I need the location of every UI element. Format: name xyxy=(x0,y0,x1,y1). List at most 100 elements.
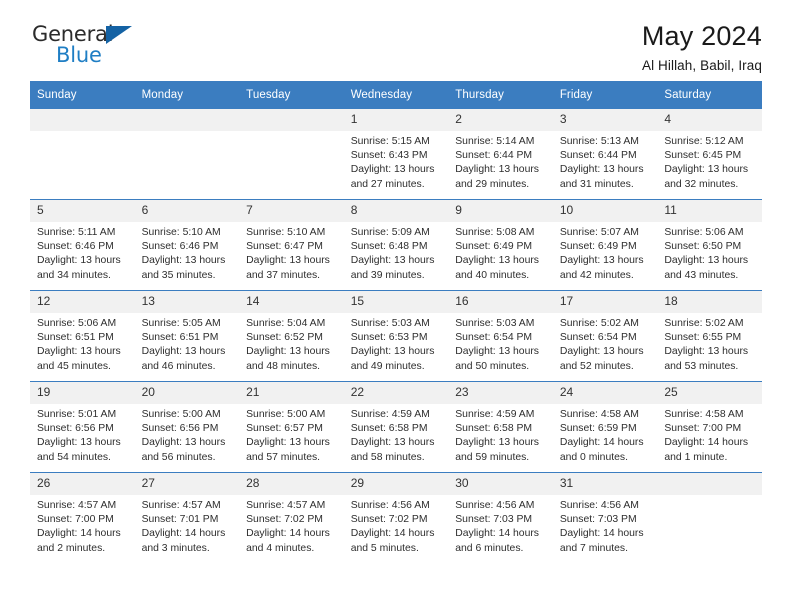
daylight-duration-line2: and 34 minutes. xyxy=(37,269,111,281)
generalblue-logo[interactable]: General Blue xyxy=(30,22,150,74)
sunset-time: Sunset: 7:02 PM xyxy=(246,514,323,526)
sunrise-time: Sunrise: 5:00 AM xyxy=(246,409,326,420)
weekday-header-sunday: Sunday xyxy=(30,81,135,109)
daylight-duration-line1: Daylight: 13 hours xyxy=(664,164,749,176)
sunset-time: Sunset: 6:57 PM xyxy=(246,423,323,435)
sunrise-time: Sunrise: 5:06 AM xyxy=(37,318,117,329)
day-details: Sunrise: 5:00 AM Sunset: 6:57 PM Daylight:… xyxy=(239,404,344,465)
day-cell[interactable]: 19 Sunrise: 5:01 AM Sunset: 6:56 PM Dayligh… xyxy=(30,381,135,473)
sunset-time: Sunset: 6:55 PM xyxy=(664,332,742,344)
day-details: Sunrise: 4:58 AM Sunset: 7:00 PM Daylight:… xyxy=(657,404,762,465)
day-details: Sunrise: 5:10 AM Sunset: 6:47 PM Daylight:… xyxy=(239,222,344,283)
day-cell[interactable]: 10 Sunrise: 5:07 AM Sunset: 6:49 PM Dayligh… xyxy=(552,199,658,291)
logo-triangle-icon xyxy=(106,26,132,44)
day-cell[interactable]: 29 Sunrise: 4:56 AM Sunset: 7:02 PM Dayligh… xyxy=(343,472,449,563)
sunrise-time: Sunrise: 5:01 AM xyxy=(37,409,117,420)
day-details: Sunrise: 4:56 AM Sunset: 7:03 PM Daylight:… xyxy=(553,495,658,556)
day-cell[interactable]: 18 Sunrise: 5:02 AM Sunset: 6:55 PM Dayligh… xyxy=(657,290,762,382)
day-cell[interactable]: 17 Sunrise: 5:02 AM Sunset: 6:54 PM Dayligh… xyxy=(552,290,658,382)
day-cell[interactable]: 9 Sunrise: 5:08 AM Sunset: 6:49 PM Daylight… xyxy=(448,199,553,291)
day-cell[interactable]: 21 Sunrise: 5:00 AM Sunset: 6:57 PM Dayligh… xyxy=(239,381,344,473)
day-cell-empty xyxy=(134,109,240,200)
sunset-time: Sunset: 6:48 PM xyxy=(350,241,428,253)
sunrise-time: Sunrise: 5:06 AM xyxy=(664,227,744,238)
page-title: May 2024 xyxy=(641,21,762,51)
day-details: Sunrise: 4:57 AM Sunset: 7:01 PM Daylight:… xyxy=(135,495,240,556)
day-details: Sunrise: 5:02 AM Sunset: 6:54 PM Daylight:… xyxy=(553,313,658,374)
day-cell[interactable]: 26 Sunrise: 4:57 AM Sunset: 7:00 PM Dayligh… xyxy=(30,472,135,563)
day-number: 13 xyxy=(134,291,240,313)
weekday-header-row: Sunday Monday Tuesday Wednesday Thursday… xyxy=(30,81,762,109)
daylight-duration-line2: and 43 minutes. xyxy=(664,269,739,281)
day-cell[interactable]: 7 Sunrise: 5:10 AM Sunset: 6:47 PM Daylight… xyxy=(239,199,344,291)
day-number: 22 xyxy=(343,382,449,404)
day-details: Sunrise: 4:57 AM Sunset: 7:02 PM Daylight:… xyxy=(239,495,344,556)
daylight-duration-line2: and 6 minutes. xyxy=(455,542,524,554)
calendar-week-row: 19 Sunrise: 5:01 AM Sunset: 6:56 PM Dayligh… xyxy=(30,381,762,473)
sunset-time: Sunset: 6:44 PM xyxy=(455,150,533,162)
weekday-header-tuesday: Tuesday xyxy=(239,81,344,109)
day-number: 27 xyxy=(134,473,240,495)
day-cell[interactable]: 14 Sunrise: 5:04 AM Sunset: 6:52 PM Dayligh… xyxy=(239,290,344,382)
day-cell[interactable]: 4 Sunrise: 5:12 AM Sunset: 6:45 PM Daylight… xyxy=(657,109,762,200)
daylight-duration-line2: and 48 minutes. xyxy=(246,360,321,372)
day-number xyxy=(657,473,762,495)
sunset-time: Sunset: 6:52 PM xyxy=(246,332,323,344)
day-cell[interactable]: 12 Sunrise: 5:06 AM Sunset: 6:51 PM Dayligh… xyxy=(30,290,135,382)
daylight-duration-line1: Daylight: 14 hours xyxy=(559,437,644,449)
day-number: 2 xyxy=(448,109,553,131)
day-cell[interactable]: 22 Sunrise: 4:59 AM Sunset: 6:58 PM Dayligh… xyxy=(343,381,449,473)
daylight-duration-line2: and 7 minutes. xyxy=(559,542,628,554)
day-cell[interactable]: 6 Sunrise: 5:10 AM Sunset: 6:46 PM Daylight… xyxy=(134,199,240,291)
day-cell[interactable]: 28 Sunrise: 4:57 AM Sunset: 7:02 PM Dayligh… xyxy=(239,472,344,563)
day-cell[interactable]: 3 Sunrise: 5:13 AM Sunset: 6:44 PM Daylight… xyxy=(552,109,658,200)
daylight-duration-line1: Daylight: 14 hours xyxy=(664,437,749,449)
day-cell[interactable]: 25 Sunrise: 4:58 AM Sunset: 7:00 PM Dayligh… xyxy=(657,381,762,473)
day-cell[interactable]: 23 Sunrise: 4:59 AM Sunset: 6:58 PM Dayligh… xyxy=(448,381,553,473)
day-cell[interactable]: 5 Sunrise: 5:11 AM Sunset: 6:46 PM Daylight… xyxy=(30,199,135,291)
sunrise-time: Sunrise: 5:14 AM xyxy=(455,136,535,147)
day-cell[interactable]: 20 Sunrise: 5:00 AM Sunset: 6:56 PM Dayligh… xyxy=(134,381,240,473)
calendar-week-row: 26 Sunrise: 4:57 AM Sunset: 7:00 PM Dayligh… xyxy=(30,472,762,563)
sunset-time: Sunset: 6:54 PM xyxy=(455,332,533,344)
sunrise-time: Sunrise: 5:08 AM xyxy=(455,227,535,238)
sunset-time: Sunset: 6:44 PM xyxy=(559,150,637,162)
day-number: 26 xyxy=(30,473,135,495)
day-number: 3 xyxy=(552,109,658,131)
daylight-duration-line2: and 53 minutes. xyxy=(664,360,739,372)
daylight-duration-line2: and 49 minutes. xyxy=(350,360,425,372)
day-cell[interactable]: 27 Sunrise: 4:57 AM Sunset: 7:01 PM Dayligh… xyxy=(134,472,240,563)
day-cell[interactable]: 2 Sunrise: 5:14 AM Sunset: 6:44 PM Daylight… xyxy=(448,109,553,200)
daylight-duration-line1: Daylight: 13 hours xyxy=(37,255,121,267)
calendar-page: General Blue May 2024 Al Hillah, Babil, … xyxy=(0,0,792,612)
daylight-duration-line1: Daylight: 13 hours xyxy=(141,437,226,449)
day-cell[interactable]: 15 Sunrise: 5:03 AM Sunset: 6:53 PM Dayligh… xyxy=(343,290,449,382)
day-details: Sunrise: 5:08 AM Sunset: 6:49 PM Daylight:… xyxy=(448,222,553,283)
day-cell[interactable]: 24 Sunrise: 4:58 AM Sunset: 6:59 PM Dayligh… xyxy=(552,381,658,473)
daylight-duration-line1: Daylight: 14 hours xyxy=(141,528,226,540)
day-number: 28 xyxy=(239,473,344,495)
daylight-duration-line2: and 35 minutes. xyxy=(141,269,216,281)
calendar-week-row: 1 Sunrise: 5:15 AM Sunset: 6:43 PM Daylight… xyxy=(30,109,762,200)
daylight-duration-line2: and 39 minutes. xyxy=(350,269,425,281)
day-cell[interactable]: 13 Sunrise: 5:05 AM Sunset: 6:51 PM Dayligh… xyxy=(134,290,240,382)
sunset-time: Sunset: 6:56 PM xyxy=(37,423,114,435)
daylight-duration-line1: Daylight: 13 hours xyxy=(37,346,121,358)
calendar-head: Sunday Monday Tuesday Wednesday Thursday… xyxy=(30,81,762,109)
day-number xyxy=(239,109,344,131)
day-cell-empty xyxy=(239,109,344,200)
day-cell[interactable]: 8 Sunrise: 5:09 AM Sunset: 6:48 PM Daylight… xyxy=(343,199,449,291)
title-block: May 2024 Al Hillah, Babil, Iraq xyxy=(641,21,762,74)
day-number: 17 xyxy=(552,291,658,313)
day-cell[interactable]: 31 Sunrise: 4:56 AM Sunset: 7:03 PM Dayligh… xyxy=(552,472,658,563)
day-number: 19 xyxy=(30,382,135,404)
day-cell[interactable]: 30 Sunrise: 4:56 AM Sunset: 7:03 PM Dayligh… xyxy=(448,472,553,563)
day-cell[interactable]: 1 Sunrise: 5:15 AM Sunset: 6:43 PM Daylight… xyxy=(343,109,449,200)
day-number: 23 xyxy=(448,382,553,404)
day-cell[interactable]: 11 Sunrise: 5:06 AM Sunset: 6:50 PM Dayligh… xyxy=(657,199,762,291)
sunset-time: Sunset: 6:46 PM xyxy=(141,241,219,253)
day-number: 1 xyxy=(343,109,449,131)
sunrise-time: Sunrise: 5:05 AM xyxy=(141,318,221,329)
day-number: 31 xyxy=(552,473,658,495)
day-cell[interactable]: 16 Sunrise: 5:03 AM Sunset: 6:54 PM Dayligh… xyxy=(448,290,553,382)
